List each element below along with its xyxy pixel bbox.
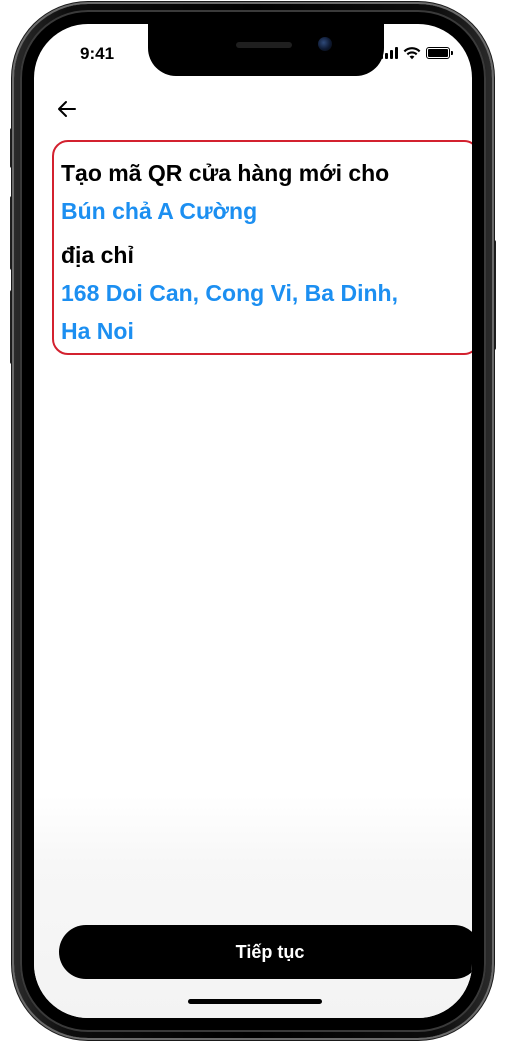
- back-button[interactable]: [52, 94, 82, 124]
- front-camera: [318, 37, 332, 51]
- notch: [148, 24, 384, 76]
- address-line-2: Ha Noi: [61, 318, 134, 344]
- status-icons: [380, 46, 453, 60]
- status-time: 9:41: [80, 44, 115, 63]
- app-screen: 9:41 Tạo mã QR cửa hàng mới cho Bún chả …: [34, 24, 472, 1018]
- arrow-left-icon: [58, 101, 76, 117]
- wifi-icon: [403, 47, 421, 60]
- bottom-action-area: [34, 796, 472, 1018]
- continue-button[interactable]: Tiếp tục: [59, 925, 472, 979]
- store-info: Tạo mã QR cửa hàng mới cho Bún chả A Cườ…: [61, 154, 471, 350]
- store-name: Bún chả A Cường: [61, 198, 258, 224]
- title-text: Tạo mã QR cửa hàng mới cho: [61, 160, 390, 186]
- address-line-1: 168 Doi Can, Cong Vi, Ba Dinh,: [61, 280, 398, 306]
- cellular-signal-icon: [380, 47, 398, 59]
- phone-mockup: 9:41 Tạo mã QR cửa hàng mới cho Bún chả …: [0, 0, 506, 1042]
- address-label: địa chỉ: [61, 242, 134, 268]
- speaker-grille: [236, 42, 292, 48]
- battery-icon: [426, 47, 453, 59]
- home-indicator: [188, 999, 322, 1004]
